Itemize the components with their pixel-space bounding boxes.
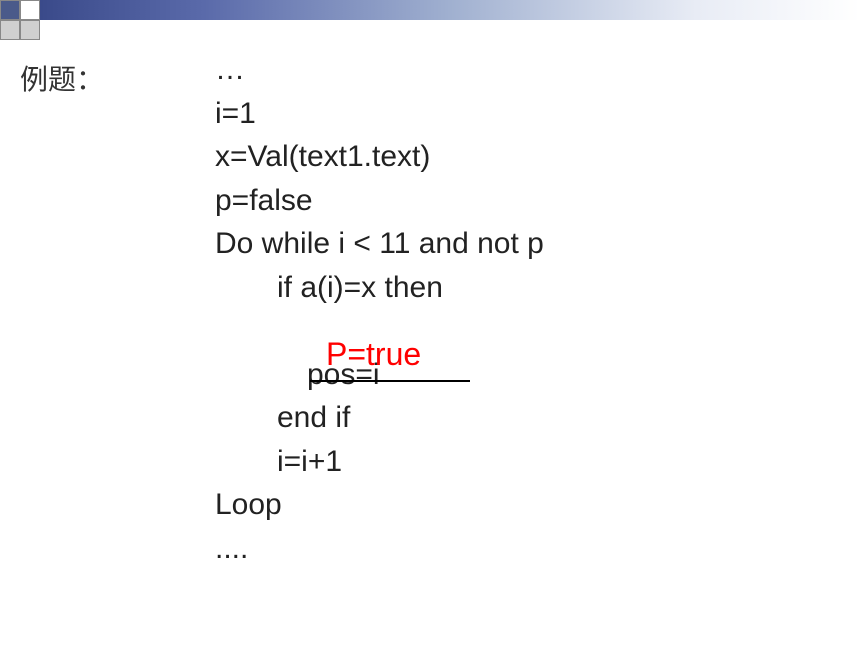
code-line: Loop — [215, 483, 544, 527]
blank-underline — [310, 380, 470, 382]
code-content: … i=1 x=Val(text1.text) p=false Do while… — [215, 48, 544, 570]
code-line: Do while i < 11 and not p — [215, 222, 544, 266]
slide-header — [0, 0, 860, 40]
fill-answer: P=true — [326, 336, 421, 373]
gradient-bar — [40, 0, 860, 20]
code-line: end if — [215, 396, 544, 440]
code-line: p=false — [215, 179, 544, 223]
code-line: i=1 — [215, 92, 544, 136]
code-line: .... — [215, 527, 544, 571]
square-decoration — [0, 0, 20, 20]
code-line: x=Val(text1.text) — [215, 135, 544, 179]
decorative-squares — [0, 0, 40, 40]
square-decoration — [20, 0, 40, 20]
code-line: … — [215, 48, 544, 92]
square-decoration — [20, 20, 40, 40]
square-decoration — [0, 20, 20, 40]
example-title: 例题： — [20, 58, 104, 98]
code-line: if a(i)=x then — [215, 266, 544, 310]
code-line: i=i+1 — [215, 440, 544, 484]
